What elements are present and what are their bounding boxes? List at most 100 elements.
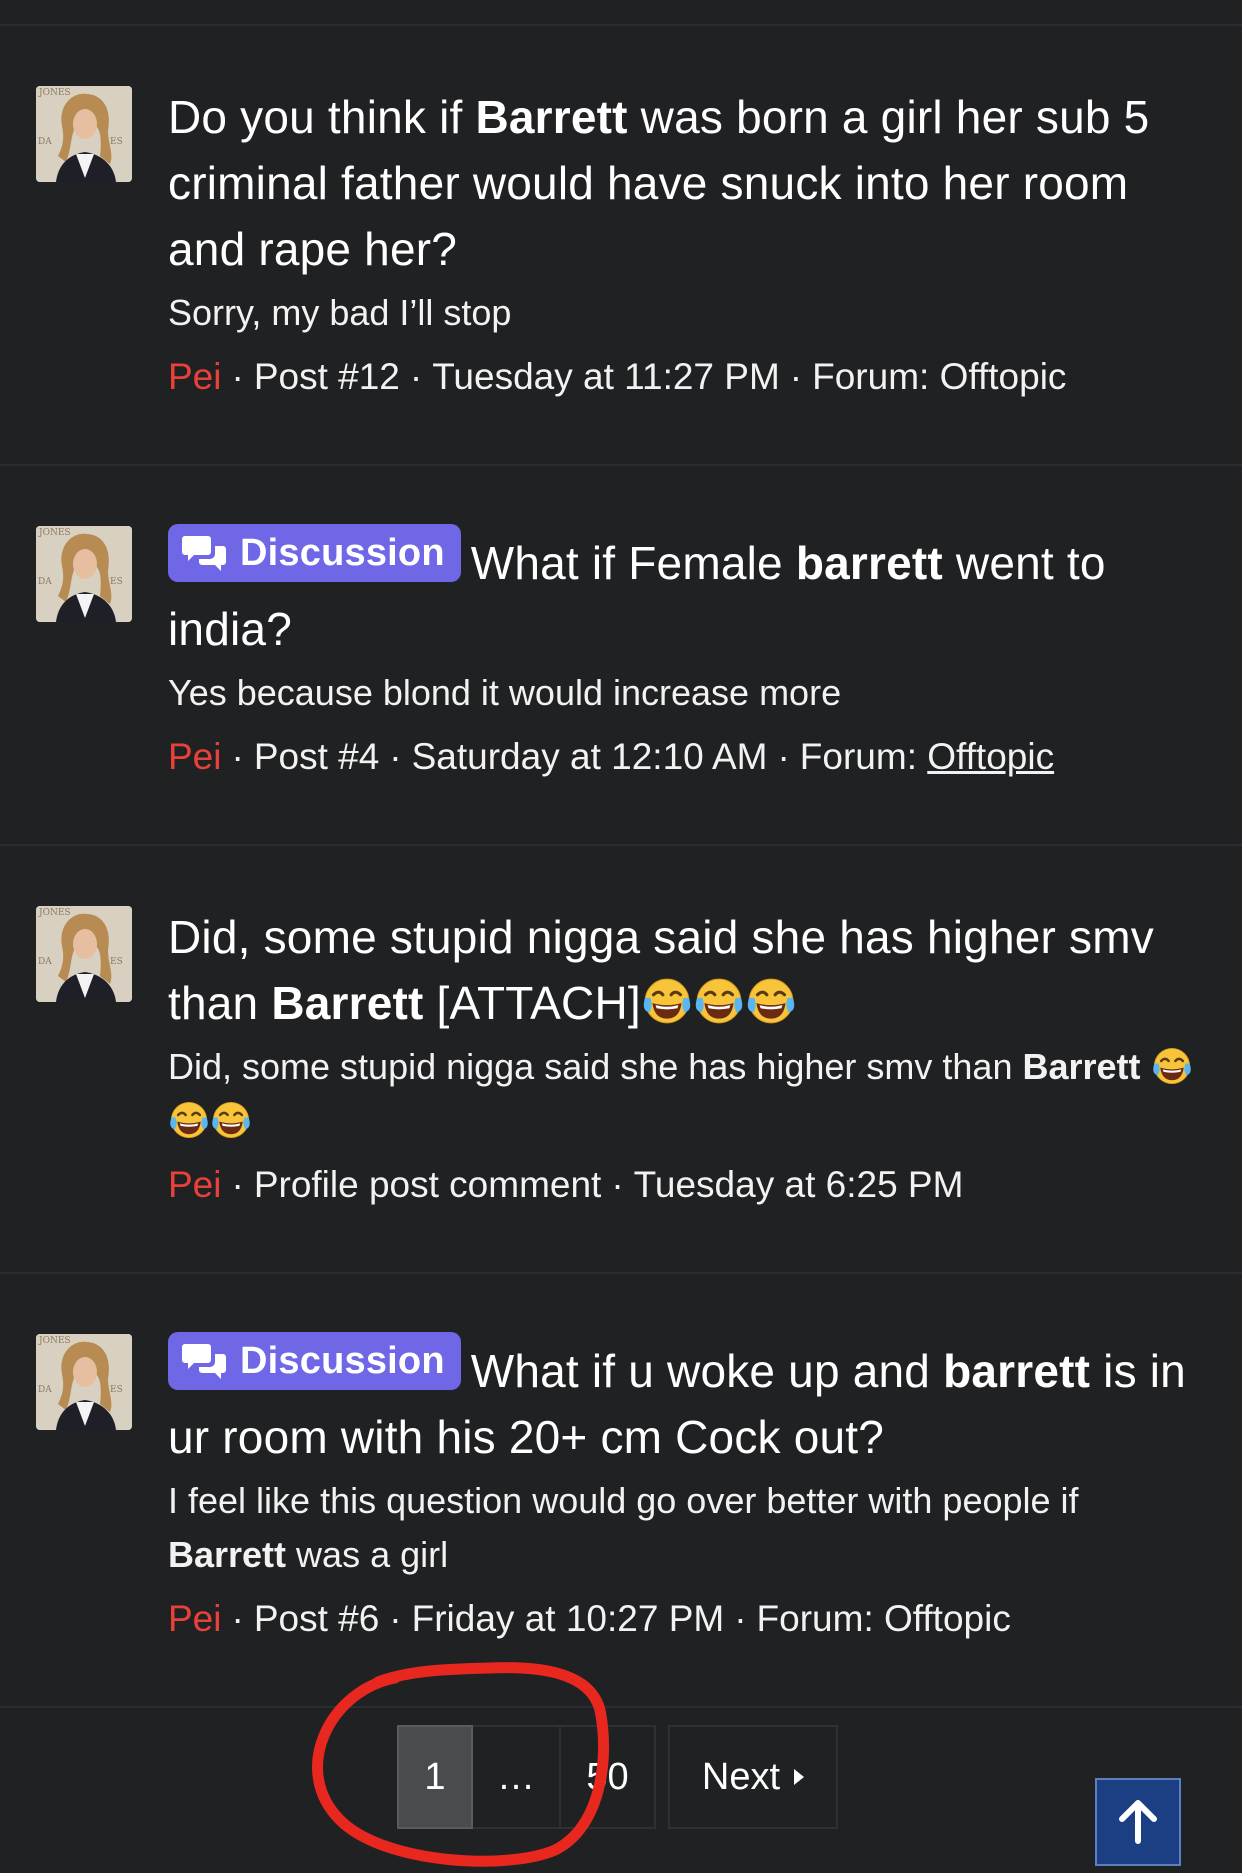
ellipsis-label: …	[497, 1755, 535, 1798]
result-meta: Pei · Profile post comment · Tuesday at 6:25…	[168, 1158, 1202, 1212]
post-type: Profile post comment	[253, 1164, 602, 1205]
post-time: Tuesday at 11:27 PM	[432, 356, 780, 397]
forum-label: Forum:	[799, 736, 917, 777]
result-title-link[interactable]: Did, some stupid nigga said she has high…	[168, 904, 1202, 1036]
chat-bubbles-icon	[182, 1344, 226, 1379]
page-50-button[interactable]: 50	[561, 1725, 656, 1829]
snippet-text: I feel like this question would go over …	[168, 1480, 1079, 1521]
post-type: Post #6	[253, 1598, 380, 1639]
search-result-item: JONES DA ES Discussion What if u woke up and…	[0, 1274, 1242, 1708]
pagination: 1 … 50 Next	[397, 1725, 838, 1829]
forum-label: Forum:	[756, 1598, 874, 1639]
title-text: What if u woke up and	[470, 1345, 944, 1397]
badge-label: Discussion	[240, 1340, 445, 1382]
page-number: 50	[586, 1755, 629, 1798]
snippet-text: Sorry, my bad I’ll stop	[168, 292, 512, 333]
forum-link[interactable]: Offtopic	[940, 356, 1067, 397]
emoji-group	[641, 977, 797, 1029]
meta-separator: ·	[231, 1164, 244, 1205]
svg-text:JONES: JONES	[38, 1336, 71, 1346]
result-snippet: Sorry, my bad I’ll stop	[168, 286, 1202, 340]
username-link[interactable]: Pei	[168, 1598, 221, 1639]
svg-text:JONES: JONES	[38, 88, 71, 98]
page-ellipsis-button[interactable]: …	[473, 1725, 561, 1829]
discussion-badge: Discussion	[168, 1332, 461, 1390]
tears-of-joy-emoji	[170, 1101, 208, 1139]
post-time: Tuesday at 6:25 PM	[633, 1164, 964, 1205]
tears-of-joy-emoji	[1152, 1047, 1191, 1085]
username-link[interactable]: Pei	[168, 736, 221, 777]
post-time: Friday at 10:27 PM	[411, 1598, 725, 1639]
snippet-text: was a girl	[286, 1534, 449, 1575]
result-snippet: Yes because blond it would increase more	[168, 666, 1202, 720]
highlighted-term: Barrett	[475, 91, 628, 143]
avatar-image: JONES DA ES	[36, 86, 132, 182]
title-text: What if Female	[470, 537, 796, 589]
snippet-text: Did, some stupid nigga said she has high…	[168, 1046, 1023, 1087]
meta-separator: ·	[231, 736, 244, 777]
search-result-item: JONES DA ES Do you think if Barrett was bor…	[0, 26, 1242, 466]
page-1-button[interactable]: 1	[397, 1725, 473, 1829]
tears-of-joy-emoji	[643, 978, 691, 1024]
result-meta: Pei · Post #4 · Saturday at 12:10 AM · Forum: …	[168, 730, 1202, 784]
result-meta: Pei · Post #12 · Tuesday at 11:27 PM · Forum: …	[168, 350, 1202, 404]
arrow-up-icon	[1119, 1800, 1157, 1844]
next-page-button[interactable]: Next	[668, 1725, 838, 1829]
svg-text:ES: ES	[110, 957, 123, 967]
svg-text:JONES: JONES	[38, 908, 71, 918]
highlighted-term: Barrett	[1022, 1046, 1141, 1087]
avatar[interactable]: JONES DA ES	[36, 526, 132, 622]
highlighted-term: barrett	[943, 1345, 1091, 1397]
highlighted-term: Barrett	[168, 1534, 287, 1575]
search-results-list: JONES DA ES Do you think if Barrett was bor…	[0, 26, 1242, 1708]
snippet-text: Yes because blond it would increase more	[168, 672, 842, 713]
post-type: Post #12	[253, 356, 400, 397]
title-text: Do you think if	[168, 91, 476, 143]
username-link[interactable]: Pei	[168, 356, 221, 397]
avatar-image: JONES DA ES	[36, 526, 132, 622]
chat-bubbles-icon	[182, 536, 226, 571]
highlighted-term: barrett	[795, 537, 943, 589]
highlighted-term: Barrett	[271, 977, 424, 1029]
svg-text:DA: DA	[38, 137, 52, 147]
avatar-image: JONES DA ES	[36, 1334, 132, 1430]
tears-of-joy-emoji	[212, 1101, 250, 1139]
scroll-to-top-button[interactable]	[1095, 1778, 1181, 1866]
avatar[interactable]: JONES DA ES	[36, 86, 132, 182]
meta-separator: ·	[231, 356, 244, 397]
svg-text:ES: ES	[110, 577, 123, 587]
search-result-item: JONES DA ES Discussion What if Female barret…	[0, 466, 1242, 846]
svg-text:DA: DA	[38, 577, 52, 587]
badge-label: Discussion	[240, 532, 445, 574]
meta-separator: ·	[409, 356, 423, 397]
next-label: Next	[701, 1755, 781, 1798]
svg-text:JONES: JONES	[38, 528, 71, 538]
forum-link[interactable]: Offtopic	[884, 1598, 1011, 1639]
meta-separator: ·	[231, 1598, 244, 1639]
meta-separator: ·	[389, 1598, 402, 1639]
result-title-link[interactable]: Do you think if Barrett was born a girl …	[168, 84, 1202, 282]
meta-separator: ·	[389, 736, 402, 777]
search-result-item: JONES DA ES Did, some stupid nigga said she…	[0, 846, 1242, 1274]
meta-separator: ·	[789, 356, 803, 397]
result-snippet: Did, some stupid nigga said she has high…	[168, 1040, 1202, 1148]
title-text: [ATTACH]	[423, 977, 641, 1029]
meta-separator: ·	[777, 736, 790, 777]
result-title-link[interactable]: Discussion What if u woke up and barrett …	[168, 1332, 1202, 1470]
meta-separator: ·	[611, 1164, 624, 1205]
tears-of-joy-emoji	[695, 978, 743, 1024]
meta-separator: ·	[734, 1598, 747, 1639]
post-type: Post #4	[253, 736, 380, 777]
caret-right-icon	[794, 1769, 805, 1785]
avatar[interactable]: JONES DA ES	[36, 1334, 132, 1430]
result-title-link[interactable]: Discussion What if Female barrett went to…	[168, 524, 1202, 662]
username-link[interactable]: Pei	[168, 1164, 221, 1205]
discussion-badge: Discussion	[168, 524, 461, 582]
avatar-image: JONES DA ES	[36, 906, 132, 1002]
page-number: 1	[424, 1755, 446, 1798]
forum-link[interactable]: Offtopic	[927, 736, 1054, 777]
svg-text:ES: ES	[110, 1385, 123, 1395]
forum-label: Forum:	[812, 356, 930, 397]
avatar[interactable]: JONES DA ES	[36, 906, 132, 1002]
svg-text:DA: DA	[38, 1385, 52, 1395]
